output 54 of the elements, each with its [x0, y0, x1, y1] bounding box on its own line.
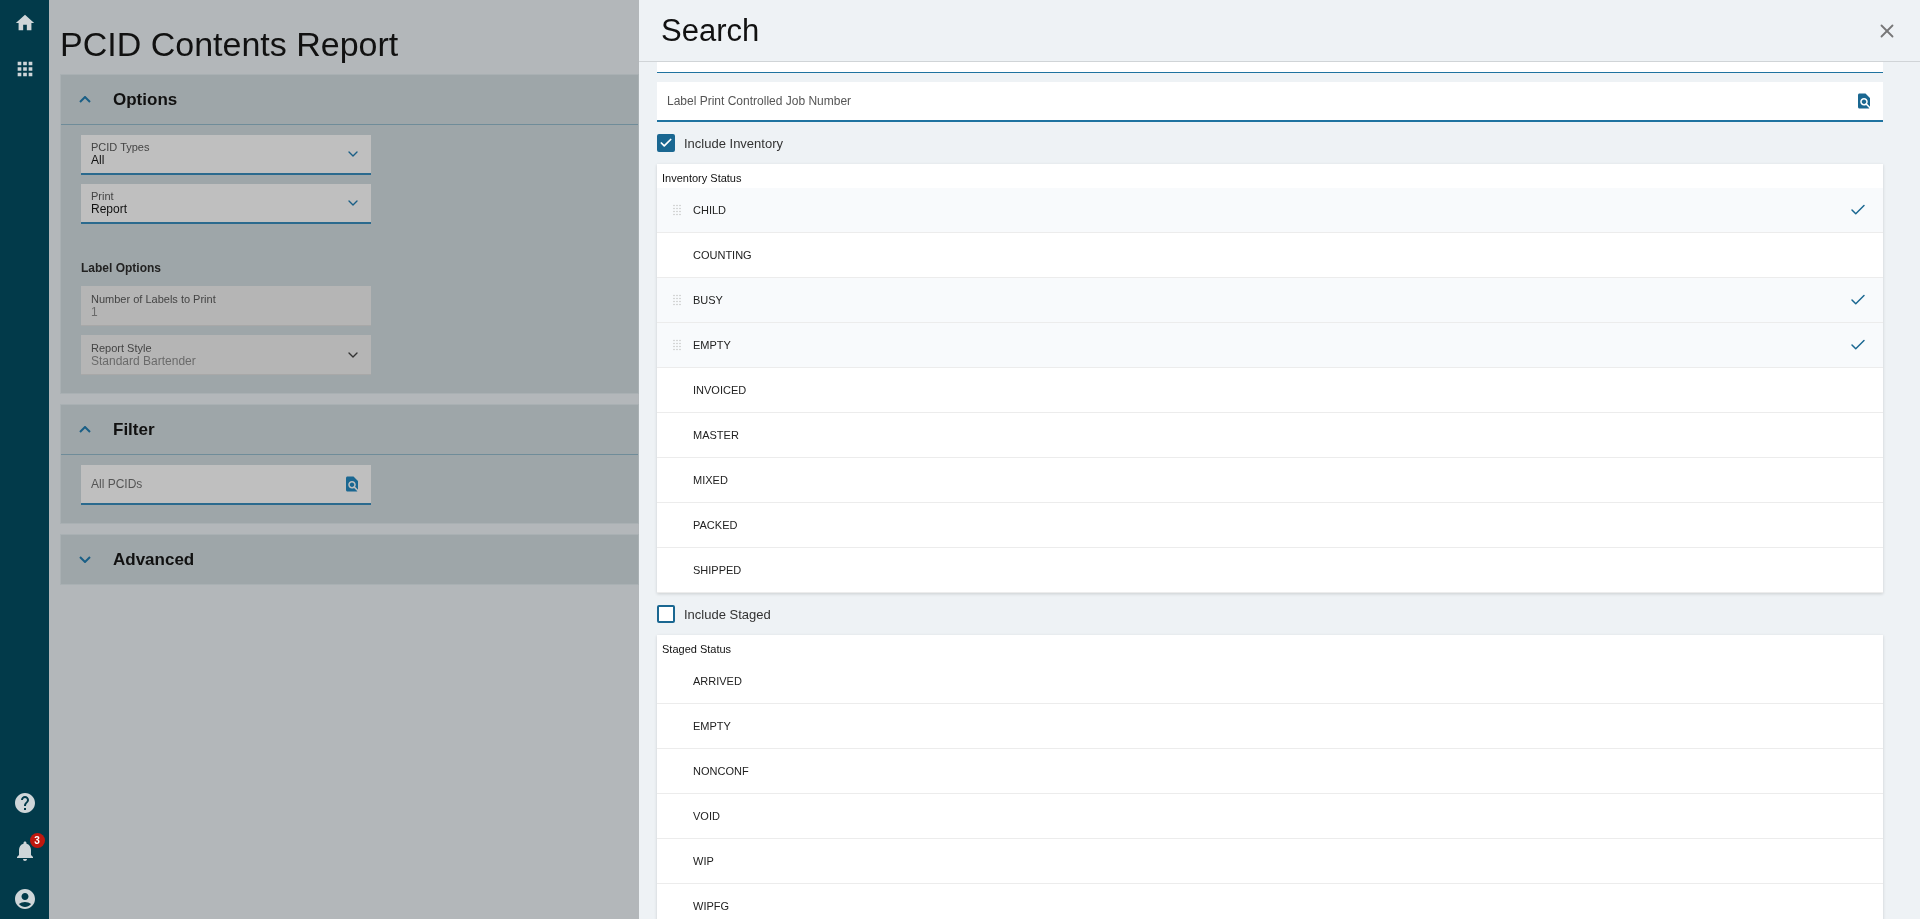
status-list-item[interactable]: BUSY — [657, 278, 1883, 323]
status-list-item[interactable]: ARRIVED — [657, 659, 1883, 704]
field-label: Print — [91, 190, 115, 202]
status-list-item[interactable]: VOID — [657, 794, 1883, 839]
field-value: All — [91, 153, 106, 167]
drag-handle-icon[interactable] — [673, 339, 681, 351]
drag-handle-icon[interactable] — [673, 294, 681, 306]
status-list-item[interactable]: SHIPPED — [657, 548, 1883, 593]
chevron-up-icon — [79, 96, 91, 103]
list-title: Staged Status — [661, 642, 733, 657]
dropdown-field[interactable]: PCID Types All — [81, 135, 371, 175]
field-label: Report Style — [91, 341, 153, 354]
chevron-up-icon — [79, 426, 91, 433]
document-search-icon[interactable] — [343, 475, 361, 493]
status-list-item[interactable]: WIP — [657, 839, 1883, 884]
lookup-field[interactable]: Label Print Controlled Job Number — [657, 82, 1883, 122]
notification-badge: 3 — [29, 833, 45, 848]
field-placeholder: All PCIDs — [91, 477, 143, 491]
checkmark-icon — [659, 136, 673, 150]
checkbox-label: Include Staged — [684, 606, 771, 622]
section-header[interactable]: Filter — [61, 405, 638, 454]
document-search-icon[interactable] — [1855, 92, 1873, 110]
status-list-item[interactable]: PACKED — [657, 503, 1883, 548]
drag-handle-icon[interactable] — [673, 204, 681, 216]
checkbox[interactable] — [657, 134, 675, 152]
status-list-item[interactable]: NONCONF — [657, 749, 1883, 794]
status-list-item[interactable]: EMPTY — [657, 323, 1883, 368]
status-list-item[interactable]: INVOICED — [657, 368, 1883, 413]
status-list-item[interactable]: CHILD — [657, 188, 1883, 233]
section-header[interactable]: Advanced — [61, 535, 638, 584]
status-list-item[interactable]: WIPFG — [657, 884, 1883, 919]
field-placeholder: Label Print Controlled Job Number — [667, 94, 852, 108]
status-list-item[interactable]: MIXED — [657, 458, 1883, 503]
list-title: Inventory Status — [661, 171, 743, 186]
page-title: PCID Contents Report — [60, 24, 400, 64]
checkbox-label: Include Inventory — [684, 135, 783, 151]
status-list-item[interactable]: MASTER — [657, 413, 1883, 458]
field-label: Number of Labels to Print — [91, 292, 216, 305]
subsection-heading: Label Options — [81, 261, 162, 275]
help-icon[interactable] — [12, 791, 37, 815]
field-label: PCID Types — [91, 141, 150, 153]
user-account-icon[interactable] — [12, 887, 37, 911]
field-value: Report — [91, 202, 128, 216]
lookup-field[interactable]: All PCIDs — [81, 465, 371, 505]
field-value: Standard Bartender — [91, 353, 196, 368]
section-header[interactable]: Options — [61, 75, 638, 124]
field-value: 1 — [91, 304, 99, 319]
status-list-item[interactable]: EMPTY — [657, 704, 1883, 749]
input-field[interactable] — [657, 62, 1883, 73]
checkbox[interactable] — [657, 605, 675, 623]
chevron-down-icon — [79, 556, 91, 563]
status-list-item[interactable]: COUNTING — [657, 233, 1883, 278]
dropdown-field[interactable]: Print Report — [81, 184, 371, 224]
drawer-title: Search — [661, 12, 760, 49]
